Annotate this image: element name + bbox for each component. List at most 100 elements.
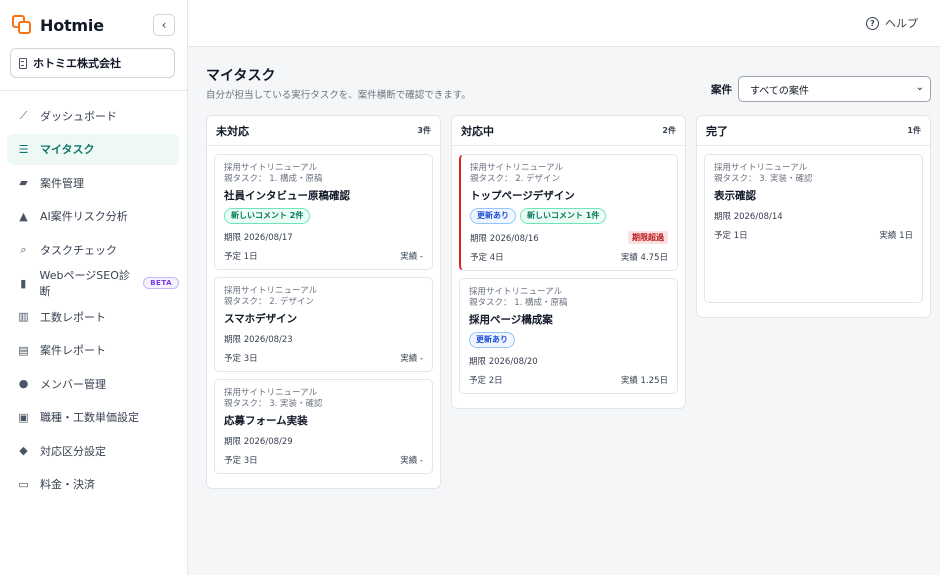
users-icon: ● (18, 377, 29, 390)
task-column-2: 完了 1件採用サイトリニューアル 親タスク： 3. 実装・確認 表示確認 期限 2026… (696, 115, 931, 318)
card-actual-effort: 実績 - (400, 252, 423, 262)
task-card[interactable]: 採用サイトリニューアル 親タスク： 2. デザイン トップページデザイン 更新あり 新し… (459, 154, 678, 271)
hotmie-logo-icon (12, 15, 32, 35)
card-parent-task: 親タスク： 2. デザイン (470, 174, 561, 184)
sidebar-item-label: AI案件リスク分析 (40, 210, 128, 223)
card-parent-task: 親タスク： 1. 構成・原稿 (469, 298, 568, 308)
card-due-row: 期限 2026/08/17 (224, 231, 423, 243)
card-effort-row: 予定 2日 実績 1.25日 (469, 374, 668, 386)
card-actual-effort: 実績 - (400, 456, 423, 466)
task-column-0: 未対応 3件採用サイトリニューアル 親タスク： 1. 構成・原稿 社員インタビュー原稿… (206, 115, 441, 489)
collapse-sidebar-button[interactable]: ‹ (153, 14, 175, 36)
project-filter-select[interactable]: すべての案件 ⌄ (738, 76, 931, 102)
sidebar-item-11[interactable]: ▭ 料金・決済 (7, 469, 179, 500)
card-due-row: 期限 2026/08/16 期限超過 (470, 231, 668, 244)
card-due-row: 期限 2026/08/20 (469, 355, 668, 367)
status-badge: 新しいコメント 1件 (520, 208, 607, 224)
task-card[interactable]: 採用サイトリニューアル 親タスク： 1. 構成・原稿 採用ページ構成案 更新あり 期限 … (459, 278, 678, 394)
card-due-date: 期限 2026/08/29 (224, 437, 293, 447)
status-badge: 更新あり (469, 332, 515, 348)
overdue-badge: 期限超過 (628, 231, 668, 244)
column-title: 未対応 (216, 124, 249, 138)
sidebar-item-label: マイタスク (40, 143, 95, 156)
help-link[interactable]: ? ヘルプ (866, 15, 918, 31)
column-count: 2件 (662, 126, 676, 135)
status-badge: 更新あり (470, 208, 516, 224)
clipboard-check-icon: ▮ (20, 276, 27, 290)
credit-card-icon: ▭ (18, 477, 29, 491)
sidebar: Hotmie ‹ ホトミエ株式会社 ⟋ ダッシュボード ☰ マイタスク ▰ 案件管理 ▲ AI… (0, 0, 188, 575)
column-count: 1件 (907, 126, 921, 135)
help-circle-icon: ? (866, 16, 879, 30)
project-filter-label: 案件 (711, 84, 732, 96)
chart-line-icon: ⟋ (19, 109, 28, 122)
document-icon: ▤ (18, 343, 29, 357)
card-parent-task: 親タスク： 1. 構成・原稿 (224, 174, 323, 184)
beta-badge: BETA (143, 277, 179, 289)
sidebar-item-10[interactable]: ◆ 対応区分設定 (7, 435, 179, 466)
column-header: 完了 1件 (697, 116, 930, 146)
column-count: 3件 (417, 126, 431, 135)
sidebar-divider (0, 90, 187, 91)
task-card[interactable]: 採用サイトリニューアル 親タスク： 1. 構成・原稿 社員インタビュー原稿確認 新しい… (214, 154, 433, 270)
card-due-date: 期限 2026/08/23 (224, 335, 293, 345)
sidebar-item-4[interactable]: ⌕ タスクチェック (7, 234, 179, 265)
sidebar-item-5[interactable]: ▮ WebページSEO診断 BETA (7, 268, 179, 299)
task-column-1: 対応中 2件採用サイトリニューアル 親タスク： 2. デザイン トップページデザイン更… (451, 115, 686, 409)
sidebar-item-label: 案件レポート (40, 344, 106, 357)
card-due-row: 期限 2026/08/29 (224, 435, 423, 447)
building-icon (19, 57, 27, 69)
card-due-row: 期限 2026/08/14 (714, 210, 913, 222)
sidebar-item-3[interactable]: ▲ AI案件リスク分析 (7, 201, 179, 232)
bar-chart-icon: ▥ (18, 310, 29, 323)
sidebar-item-label: 対応区分設定 (40, 444, 106, 458)
brand[interactable]: Hotmie (12, 14, 104, 36)
card-due-date: 期限 2026/08/14 (714, 212, 783, 222)
card-planned-effort: 予定 1日 (714, 231, 748, 241)
sidebar-item-label: ダッシュボード (40, 109, 117, 123)
sidebar-item-8[interactable]: ● メンバー管理 (7, 368, 179, 399)
card-actual-effort: 実績 1日 (879, 231, 913, 241)
card-due-date: 期限 2026/08/20 (469, 357, 538, 367)
column-body: 採用サイトリニューアル 親タスク： 3. 実装・確認 表示確認 期限 2026/08/… (697, 146, 930, 317)
sidebar-item-7[interactable]: ▤ 案件レポート (7, 335, 179, 366)
help-label: ヘルプ (885, 17, 918, 30)
column-title: 対応中 (461, 124, 494, 138)
sidebar-item-6[interactable]: ▥ 工数レポート (7, 301, 179, 332)
sidebar-item-0[interactable]: ⟋ ダッシュボード (7, 100, 179, 131)
folder-icon: ▰ (19, 176, 28, 189)
sidebar-item-2[interactable]: ▰ 案件管理 (7, 167, 179, 198)
task-card[interactable]: 採用サイトリニューアル 親タスク： 3. 実装・確認 表示確認 期限 2026/08/… (704, 154, 923, 303)
card-parent-task: 親タスク： 2. デザイン (224, 297, 315, 307)
card-title: 採用ページ構成案 (469, 314, 553, 326)
page-title: マイタスク (206, 68, 276, 84)
task-card[interactable]: 採用サイトリニューアル 親タスク： 2. デザイン スマホデザイン 期限 2026/0… (214, 277, 433, 372)
card-due-row: 期限 2026/08/23 (224, 333, 423, 345)
card-parent-task: 親タスク： 3. 実装・確認 (224, 399, 323, 409)
sidebar-item-1[interactable]: ☰ マイタスク (7, 133, 179, 165)
card-planned-effort: 予定 3日 (224, 456, 258, 466)
status-badge: 新しいコメント 2件 (224, 208, 311, 224)
card-planned-effort: 予定 2日 (469, 376, 503, 386)
card-project: 採用サイトリニューアル (714, 163, 808, 173)
top-bar: ? ヘルプ (188, 0, 940, 47)
card-project: 採用サイトリニューアル (224, 163, 318, 173)
card-effort-row: 予定 3日 実績 - (224, 352, 423, 364)
task-list-icon: ☰ (18, 142, 29, 156)
sidebar-item-9[interactable]: ▣ 職種・工数単価設定 (7, 402, 179, 433)
card-planned-effort: 予定 1日 (224, 252, 258, 262)
chevron-down-icon: ⌄ (915, 82, 924, 93)
page-description: 自分が担当している実行タスクを、案件横断で確認できます。 (206, 90, 471, 101)
organization-name: ホトミエ株式会社 (33, 57, 121, 70)
task-card[interactable]: 採用サイトリニューアル 親タスク： 3. 実装・確認 応募フォーム実装 期限 2026… (214, 379, 433, 474)
organization-switcher[interactable]: ホトミエ株式会社 (10, 48, 175, 78)
card-due-date: 期限 2026/08/17 (224, 233, 293, 243)
sidebar-item-label: 職種・工数単価設定 (40, 411, 139, 424)
card-effort-row: 予定 1日 実績 - (224, 250, 423, 262)
chevron-left-icon: ‹ (161, 18, 167, 32)
card-title: 表示確認 (714, 190, 756, 202)
column-header: 対応中 2件 (452, 116, 685, 146)
tags-icon: ◆ (19, 444, 28, 457)
card-title: 応募フォーム実装 (224, 415, 308, 427)
card-project: 採用サイトリニューアル (470, 163, 564, 173)
